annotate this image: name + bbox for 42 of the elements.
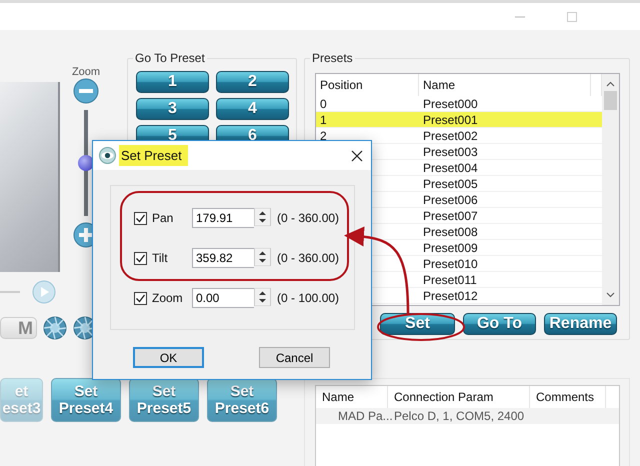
table-cell-text: Preset001 [422,112,479,126]
spinner-icon[interactable] [254,208,271,226]
table-cell-text: Preset002 [422,128,479,142]
close-icon[interactable] [351,150,363,162]
group-title: Presets [310,51,355,65]
checkbox[interactable] [134,252,147,264]
table-cell-text: 2 [319,128,328,142]
scrollbar-thumb[interactable] [604,91,617,110]
field-label: Tilt [152,251,169,265]
table-cell-text: Preset008 [422,224,479,238]
dialog-button[interactable]: OK [133,347,204,368]
zoom-label: Zoom [72,66,100,78]
aperture-icon[interactable] [43,316,67,340]
table-cell-text: Preset012 [422,288,479,302]
table-cell-text: Preset009 [422,240,479,254]
table-cell-text: 0 [319,96,328,110]
zoom-out-icon[interactable] [73,78,99,104]
field-label: Pan [152,211,174,225]
table-cell-text: Preset007 [422,208,479,222]
table-cell-text: Preset010 [422,256,479,270]
input-field[interactable]: 0.00 [192,288,254,308]
column-header: Position [316,74,419,96]
spinner-icon[interactable] [254,288,271,306]
checkbox[interactable] [134,212,147,224]
table-cell-text: Preset004 [422,160,479,174]
field-label: Zoom [152,291,184,305]
eye-icon [99,147,116,164]
input-field[interactable]: 359.82 [192,248,254,268]
list-row[interactable]: 1 Preset001 [316,112,602,128]
table-cell-text: 1 [319,112,328,126]
table-cell-text: Preset000 [422,96,479,110]
table-cell-text: Preset011 [422,272,478,286]
table-cell-text: Preset006 [422,192,479,206]
column-header: Name [419,74,591,96]
dialog-button[interactable]: Cancel [259,347,330,368]
table-cell-text: Preset003 [422,144,479,158]
spinner-icon[interactable] [254,248,271,266]
group-title: Go To Preset [133,51,207,65]
table-cell-text: Preset005 [422,176,479,190]
dialog-title: Set Preset [119,145,188,166]
input-field[interactable]: 179.91 [192,208,254,228]
checkbox[interactable] [134,292,147,304]
